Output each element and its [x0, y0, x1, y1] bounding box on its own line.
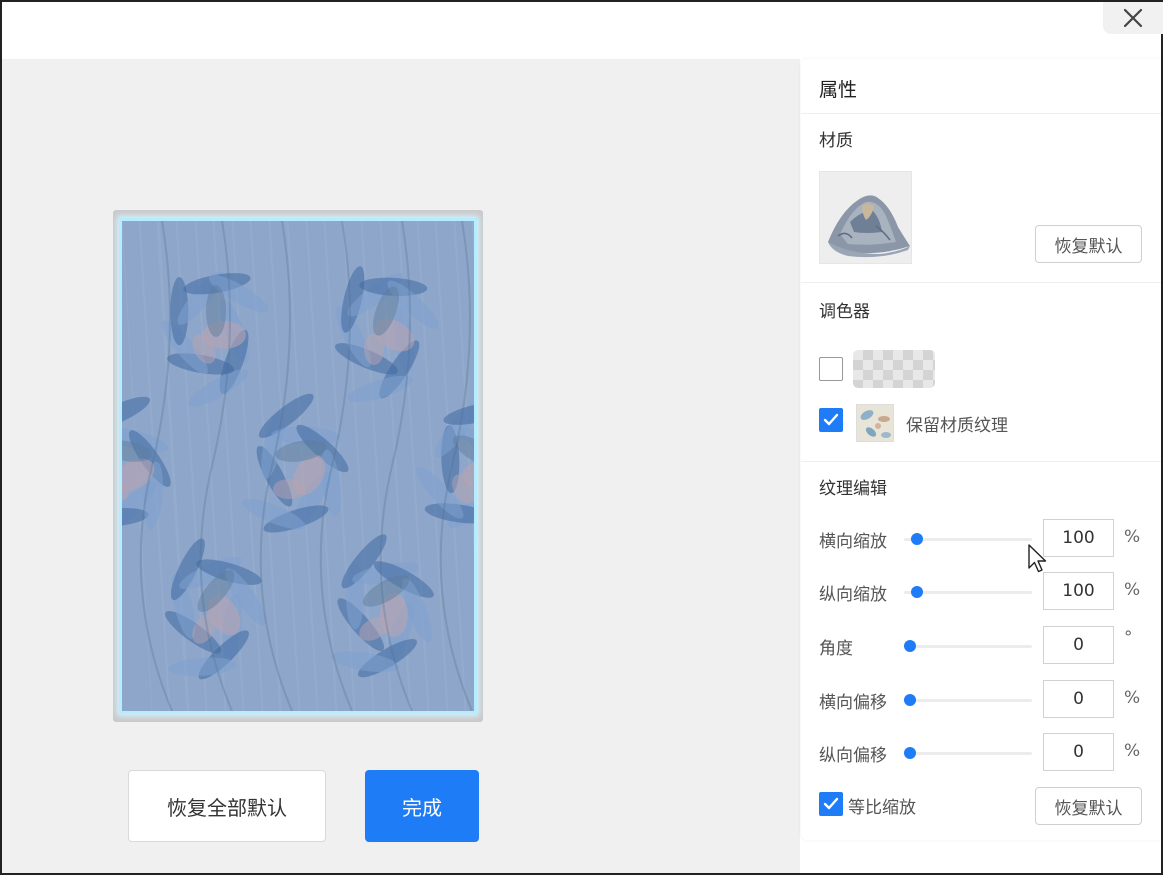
- h-offset-label: 横向偏移: [819, 693, 887, 713]
- angle-row: 角度 0 °: [801, 626, 1161, 666]
- fabric-preview[interactable]: [113, 210, 483, 722]
- h-scale-label: 横向缩放: [819, 532, 887, 552]
- v-scale-slider[interactable]: [904, 586, 1032, 598]
- divider: [801, 282, 1161, 283]
- close-icon: [1123, 8, 1143, 28]
- texture-edit-title: 纹理编辑: [819, 479, 887, 499]
- texture-swatch[interactable]: [856, 404, 894, 442]
- h-scale-row: 横向缩放 100 %: [801, 519, 1161, 559]
- slider-thumb[interactable]: [910, 533, 923, 545]
- angle-input[interactable]: 0: [1043, 626, 1114, 664]
- v-offset-label: 纵向偏移: [819, 746, 887, 766]
- divider: [801, 461, 1161, 462]
- v-scale-label: 纵向缩放: [819, 585, 887, 605]
- material-title: 材质: [819, 131, 853, 151]
- proportional-scale-checkbox[interactable]: [819, 792, 843, 816]
- material-thumbnail[interactable]: [819, 171, 912, 264]
- fabric-texture: [119, 218, 477, 714]
- material-reset-button[interactable]: 恢复默认: [1035, 225, 1142, 263]
- h-scale-slider[interactable]: [904, 533, 1032, 545]
- slider-thumb[interactable]: [904, 747, 916, 759]
- floral-pattern: [122, 221, 474, 711]
- draped-fabric-image: [820, 172, 911, 263]
- check-icon: [823, 797, 839, 810]
- h-offset-row: 横向偏移 0 %: [801, 680, 1161, 720]
- slider-thumb[interactable]: [904, 694, 916, 706]
- h-offset-input[interactable]: 0: [1043, 680, 1114, 718]
- proportional-scale-label: 等比缩放: [848, 798, 916, 818]
- v-scale-unit: %: [1124, 580, 1141, 600]
- angle-unit: °: [1124, 628, 1133, 648]
- angle-label: 角度: [819, 639, 853, 659]
- angle-slider[interactable]: [904, 640, 1032, 652]
- keep-texture-checkbox[interactable]: [819, 408, 843, 432]
- v-offset-slider[interactable]: [904, 747, 1032, 759]
- keep-texture-label: 保留材质纹理: [906, 416, 1008, 436]
- v-scale-row: 纵向缩放 100 %: [801, 572, 1161, 612]
- check-icon: [823, 413, 839, 426]
- texture-reset-button[interactable]: 恢复默认: [1035, 787, 1142, 825]
- v-scale-input[interactable]: 100: [1043, 572, 1114, 610]
- v-offset-unit: %: [1124, 741, 1141, 761]
- close-button[interactable]: [1103, 2, 1163, 34]
- divider: [801, 113, 1161, 114]
- v-offset-row: 纵向偏移 0 %: [801, 733, 1161, 773]
- reset-all-button[interactable]: 恢复全部默认: [128, 770, 326, 842]
- h-scale-input[interactable]: 100: [1043, 519, 1114, 557]
- h-offset-slider[interactable]: [904, 694, 1032, 706]
- h-scale-unit: %: [1124, 527, 1141, 547]
- palette-title: 调色器: [819, 302, 870, 322]
- preview-canvas: 恢复全部默认 完成: [2, 59, 800, 873]
- slider-thumb[interactable]: [904, 640, 916, 652]
- h-offset-unit: %: [1124, 688, 1141, 708]
- transparent-color-checkbox[interactable]: [819, 357, 843, 381]
- v-offset-input[interactable]: 0: [1043, 733, 1114, 771]
- slider-thumb[interactable]: [910, 586, 923, 598]
- properties-panel: 属性 材质 恢复默认 调色器 保留材质纹理 纹理编辑 横向缩放 100 % 纵向…: [801, 59, 1161, 840]
- done-button[interactable]: 完成: [365, 770, 479, 842]
- panel-title: 属性: [819, 79, 858, 101]
- transparent-color-swatch[interactable]: [853, 350, 935, 388]
- title-bar: [2, 2, 1163, 59]
- texture-swatch-image: [857, 405, 893, 441]
